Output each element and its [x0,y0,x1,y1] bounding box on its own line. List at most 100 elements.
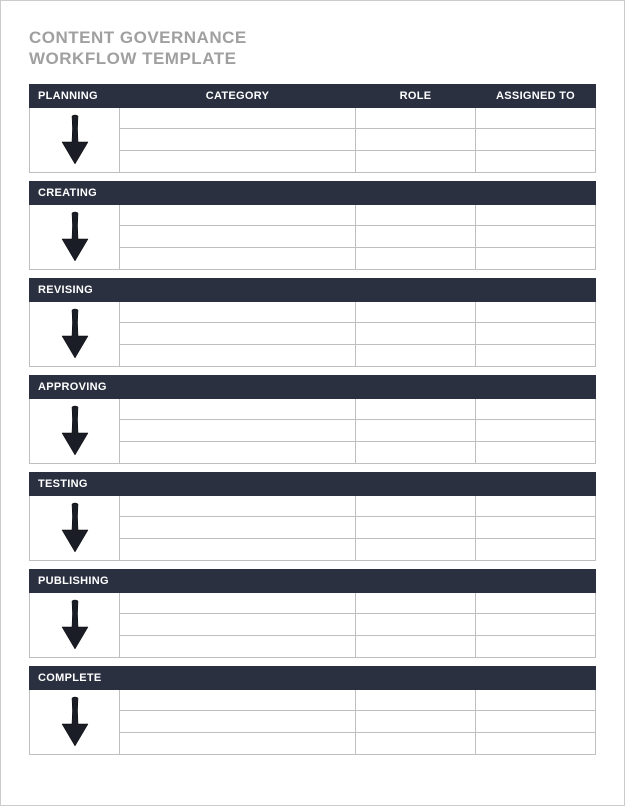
cell-assigned[interactable] [476,323,596,345]
cell-category[interactable] [120,495,356,517]
section-header-row: TESTING [30,472,596,495]
col-header-blank [356,375,476,398]
col-header-blank [120,181,356,204]
col-header-blank [356,666,476,689]
stage-arrow-cell [30,107,120,172]
cell-category[interactable] [120,344,356,366]
cell-assigned[interactable] [476,247,596,269]
cell-assigned[interactable] [476,689,596,711]
cell-category[interactable] [120,732,356,754]
cell-assigned[interactable] [476,129,596,151]
cell-role[interactable] [356,247,476,269]
cell-role[interactable] [356,150,476,172]
cell-role[interactable] [356,323,476,345]
stage-arrow-cell [30,398,120,463]
stage-header: TESTING [30,472,120,495]
cell-assigned[interactable] [476,441,596,463]
title-line-1: CONTENT GOVERNANCE [29,28,247,47]
section-spacer [30,560,596,569]
stage-header: PUBLISHING [30,569,120,592]
col-header-blank [476,278,596,301]
cell-assigned[interactable] [476,150,596,172]
cell-category[interactable] [120,711,356,733]
section-spacer [30,657,596,666]
cell-category[interactable] [120,150,356,172]
cell-role[interactable] [356,495,476,517]
cell-assigned[interactable] [476,398,596,420]
cell-role[interactable] [356,711,476,733]
cell-assigned[interactable] [476,732,596,754]
col-header-blank [476,569,596,592]
col-header-category: CATEGORY [120,84,356,107]
cell-role[interactable] [356,226,476,248]
stage-header: COMPLETE [30,666,120,689]
cell-role[interactable] [356,538,476,560]
section-header-row: REVISING [30,278,596,301]
col-header-blank [476,181,596,204]
cell-role[interactable] [356,107,476,129]
cell-category[interactable] [120,398,356,420]
cell-category[interactable] [120,689,356,711]
col-header-blank [356,181,476,204]
cell-assigned[interactable] [476,538,596,560]
cell-assigned[interactable] [476,107,596,129]
cell-assigned[interactable] [476,420,596,442]
down-arrow-icon [60,599,90,651]
cell-assigned[interactable] [476,301,596,323]
cell-category[interactable] [120,301,356,323]
cell-category[interactable] [120,226,356,248]
down-arrow-icon [60,211,90,263]
cell-role[interactable] [356,732,476,754]
cell-assigned[interactable] [476,204,596,226]
cell-assigned[interactable] [476,592,596,614]
col-header-blank [120,278,356,301]
cell-assigned[interactable] [476,226,596,248]
cell-role[interactable] [356,398,476,420]
col-header-blank [476,472,596,495]
cell-assigned[interactable] [476,635,596,657]
stage-arrow-cell [30,689,120,754]
page-title: CONTENT GOVERNANCE WORKFLOW TEMPLATE [29,27,596,70]
cell-assigned[interactable] [476,495,596,517]
table-row [30,398,596,420]
cell-category[interactable] [120,323,356,345]
table-row [30,495,596,517]
cell-role[interactable] [356,129,476,151]
cell-category[interactable] [120,107,356,129]
col-header-blank [356,472,476,495]
cell-category[interactable] [120,420,356,442]
cell-category[interactable] [120,517,356,539]
cell-assigned[interactable] [476,344,596,366]
table-row [30,204,596,226]
cell-category[interactable] [120,538,356,560]
section-spacer [30,172,596,181]
cell-role[interactable] [356,689,476,711]
cell-role[interactable] [356,301,476,323]
cell-assigned[interactable] [476,614,596,636]
stage-header: REVISING [30,278,120,301]
cell-category[interactable] [120,614,356,636]
cell-role[interactable] [356,441,476,463]
stage-arrow-cell [30,204,120,269]
cell-role[interactable] [356,517,476,539]
cell-assigned[interactable] [476,517,596,539]
section-header-row: COMPLETE [30,666,596,689]
col-header-blank [120,666,356,689]
cell-category[interactable] [120,247,356,269]
workflow-table: PLANNINGCATEGORYROLEASSIGNED TOCREATINGR… [29,84,596,755]
cell-role[interactable] [356,204,476,226]
section-header-row: APPROVING [30,375,596,398]
cell-category[interactable] [120,592,356,614]
col-header-blank [356,278,476,301]
cell-category[interactable] [120,441,356,463]
cell-category[interactable] [120,129,356,151]
cell-role[interactable] [356,420,476,442]
section-spacer [30,269,596,278]
cell-category[interactable] [120,204,356,226]
cell-role[interactable] [356,614,476,636]
cell-role[interactable] [356,344,476,366]
cell-category[interactable] [120,635,356,657]
cell-role[interactable] [356,592,476,614]
cell-assigned[interactable] [476,711,596,733]
cell-role[interactable] [356,635,476,657]
